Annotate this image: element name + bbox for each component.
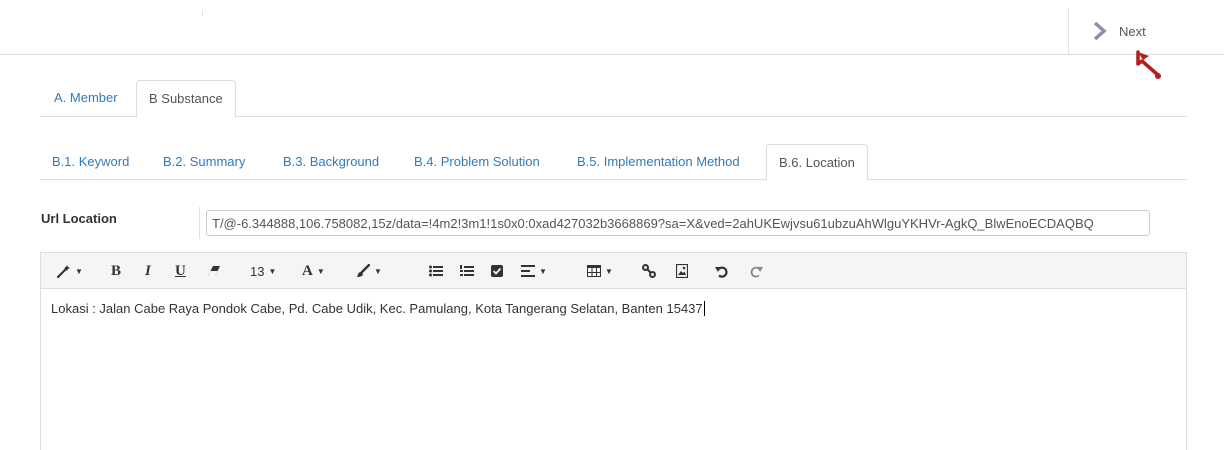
editor-toolbar: ▼ B I U 13 ▼ A ▼ ▼ ▼ ▼ bbox=[41, 253, 1186, 289]
align-left-icon bbox=[521, 265, 535, 277]
redo-button[interactable] bbox=[750, 253, 763, 289]
image-button[interactable] bbox=[676, 253, 688, 289]
red-pointer-arrow-icon bbox=[1136, 50, 1161, 79]
main-tabs: A. Member B Substance bbox=[40, 80, 1187, 118]
bold-button[interactable]: B bbox=[111, 253, 121, 289]
underline-label: U bbox=[175, 262, 186, 279]
next-button[interactable]: Next bbox=[1093, 22, 1146, 40]
caret-down-icon: ▼ bbox=[539, 266, 547, 276]
table-dropdown[interactable]: ▼ bbox=[587, 253, 613, 289]
tab-background[interactable]: B.3. Background bbox=[271, 144, 391, 180]
caret-down-icon: ▼ bbox=[268, 266, 277, 276]
brush-icon bbox=[357, 264, 370, 277]
checklist-button[interactable] bbox=[491, 253, 503, 289]
editor-content-area[interactable]: Lokasi : Jalan Cabe Raya Pondok Cabe, Pd… bbox=[41, 289, 1186, 329]
url-location-input[interactable] bbox=[206, 210, 1150, 236]
highlight-dropdown[interactable]: ▼ bbox=[356, 253, 382, 289]
undo-icon bbox=[715, 266, 728, 278]
bullet-list-button[interactable] bbox=[429, 253, 443, 289]
magic-wand-icon bbox=[57, 265, 70, 278]
bold-label: B bbox=[111, 262, 122, 279]
font-color-dropdown[interactable]: A ▼ bbox=[302, 253, 325, 289]
tab-problem-solution[interactable]: B.4. Problem Solution bbox=[402, 144, 552, 180]
font-color-label: A bbox=[302, 262, 313, 279]
text-cursor bbox=[703, 301, 705, 316]
link-icon bbox=[642, 264, 656, 278]
top-bar: Next bbox=[0, 0, 1224, 55]
caret-down-icon: ▼ bbox=[374, 266, 382, 276]
tab-keyword[interactable]: B.1. Keyword bbox=[40, 144, 141, 180]
next-label: Next bbox=[1119, 23, 1146, 39]
caret-down-icon: ▼ bbox=[316, 266, 325, 276]
tab-summary[interactable]: B.2. Summary bbox=[151, 144, 257, 180]
checkbox-icon bbox=[491, 265, 503, 277]
url-location-label: Url Location bbox=[41, 211, 117, 226]
undo-button[interactable] bbox=[715, 253, 728, 289]
caret-down-icon: ▼ bbox=[605, 266, 613, 276]
align-dropdown[interactable]: ▼ bbox=[521, 253, 547, 289]
bullet-list-icon bbox=[429, 265, 443, 277]
eraser-icon bbox=[208, 266, 220, 276]
underline-button[interactable]: U bbox=[175, 253, 186, 289]
redo-icon bbox=[750, 266, 763, 278]
italic-button[interactable]: I bbox=[145, 253, 151, 289]
style-dropdown[interactable]: ▼ bbox=[57, 253, 83, 289]
numbered-list-icon bbox=[460, 265, 474, 276]
chevron-right-icon bbox=[1093, 22, 1107, 40]
italic-label: I bbox=[145, 262, 151, 279]
clear-format-button[interactable] bbox=[207, 253, 221, 289]
divider bbox=[202, 10, 203, 16]
font-size-dropdown[interactable]: 13 ▼ bbox=[250, 253, 276, 289]
picture-icon bbox=[676, 264, 688, 278]
font-size-value: 13 bbox=[250, 263, 265, 279]
link-button[interactable] bbox=[642, 253, 656, 289]
tab-member[interactable]: A. Member bbox=[42, 80, 130, 117]
substance-sub-tabs: B.1. Keyword B.2. Summary B.3. Backgroun… bbox=[40, 144, 1187, 181]
field-divider bbox=[199, 207, 200, 239]
editor-text: Lokasi : Jalan Cabe Raya Pondok Cabe, Pd… bbox=[51, 301, 703, 316]
caret-down-icon: ▼ bbox=[75, 266, 83, 276]
numbered-list-button[interactable] bbox=[460, 253, 474, 289]
tab-substance[interactable]: B Substance bbox=[136, 80, 236, 118]
rich-text-editor: ▼ B I U 13 ▼ A ▼ ▼ ▼ ▼ Lokasi: Jalan Ca… bbox=[40, 252, 1187, 450]
table-icon bbox=[587, 265, 601, 277]
tab-location[interactable]: B.6. Location bbox=[766, 144, 868, 181]
tab-implementation-method[interactable]: B.5. Implementation Method bbox=[565, 144, 752, 180]
